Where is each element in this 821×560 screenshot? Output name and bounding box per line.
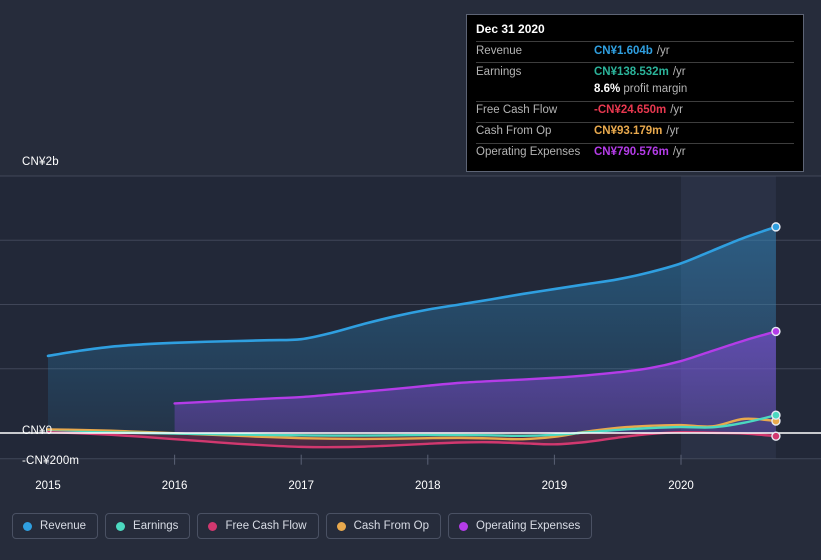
tooltip-row: Earnings CN¥138.532m/yr [476, 62, 794, 83]
tooltip-row-label: Revenue [476, 44, 523, 57]
tooltip-row-value: CN¥138.532m [594, 65, 669, 78]
tooltip-row-value-wrap: -CN¥24.650m/yr [594, 104, 683, 116]
legend-dot-icon [336, 521, 346, 531]
legend-dot-icon [459, 521, 469, 531]
tooltip-rows: Revenue CN¥1.604b/yr Earnings CN¥138.532m/y… [476, 41, 794, 164]
tooltip-row-label: Free Cash Flow [476, 104, 558, 116]
x-axis-label-2015: 2015 [35, 480, 61, 492]
tooltip-row-unit: /yr [672, 65, 686, 78]
tooltip-date: Dec 31 2020 [476, 22, 545, 36]
x-axis-label-2016: 2016 [161, 480, 188, 492]
tooltip-row-unit: /yr [672, 146, 686, 158]
tooltip-row: Revenue CN¥1.604b/yr [476, 41, 794, 62]
legend-dot-icon [116, 521, 126, 531]
legend-label: Operating Expenses [476, 520, 581, 532]
legend-item-operating-expenses[interactable]: Operating Expenses [448, 513, 593, 539]
tooltip-profit-margin-row: 8.6% profit margin [476, 83, 794, 101]
x-axis-label-2019: 2019 [541, 480, 568, 492]
chart-plot-area[interactable]: CN¥2b CN¥0 -CN¥200m [0, 150, 821, 480]
legend-dot-icon [208, 521, 218, 531]
tooltip-row-value-wrap: CN¥790.576m/yr [594, 146, 686, 158]
x-axis-label-2020: 2020 [668, 480, 694, 492]
tooltip-row-label: Earnings [476, 65, 522, 78]
tooltip-row-value-wrap: CN¥138.532m/yr [594, 66, 686, 78]
tooltip-row-value-wrap: CN¥1.604b/yr [594, 45, 670, 57]
legend-item-cash-from-op[interactable]: Cash From Op [325, 513, 442, 539]
y-axis-label-top: CN¥2b [22, 156, 59, 168]
tooltip-row-label: Cash From Op [476, 125, 552, 137]
tooltip-row-value: CN¥93.179m [594, 125, 663, 137]
x-axis: 2015 2016 2017 2018 2019 2020 [0, 480, 821, 506]
chart-tooltip: Dec 31 2020 Revenue CN¥1.604b/yr Earnings C… [466, 14, 804, 172]
y-axis-label-zero: CN¥0 [22, 425, 53, 437]
tooltip-row: Operating Expenses CN¥790.576m/yr [476, 142, 794, 164]
legend-label: Cash From Op [353, 520, 430, 532]
tooltip-row-value: -CN¥24.650m [594, 104, 667, 116]
x-axis-label-2018: 2018 [415, 480, 441, 492]
legend-item-free-cash-flow[interactable]: Free Cash Flow [197, 513, 319, 539]
tooltip-profit-margin-value: 8.6% [594, 83, 621, 95]
legend-item-revenue[interactable]: Revenue [12, 513, 99, 539]
y-axis-label-bottom: -CN¥200m [22, 455, 80, 467]
legend-label: Revenue [40, 520, 87, 532]
legend-label: Earnings [133, 520, 179, 532]
chart-svg [0, 175, 821, 465]
tooltip-row-value: CN¥790.576m [594, 146, 669, 158]
tooltip-row-unit: /yr [670, 104, 684, 116]
chart-legend: Revenue Earnings Free Cash Flow Cash From O… [12, 513, 593, 539]
tooltip-row-value: CN¥1.604b [594, 44, 653, 57]
x-axis-label-2017: 2017 [288, 480, 314, 492]
tooltip-profit-margin: 8.6% profit margin [594, 83, 688, 95]
tooltip-row-unit: /yr [666, 125, 680, 137]
legend-dot-icon [23, 521, 32, 531]
tooltip-row-unit: /yr [656, 44, 670, 57]
tooltip-row: Cash From Op CN¥93.179m/yr [476, 121, 794, 143]
financial-chart-app: CN¥2b CN¥0 -CN¥200m 2015 2016 2017 2018 2019… [0, 0, 821, 560]
legend-item-earnings[interactable]: Earnings [105, 513, 191, 539]
tooltip-row-value-wrap: CN¥93.179m/yr [594, 125, 679, 137]
tooltip-row: Free Cash Flow -CN¥24.650m/yr [476, 100, 794, 122]
legend-label: Free Cash Flow [225, 520, 307, 532]
tooltip-row-label: Operating Expenses [476, 146, 581, 158]
